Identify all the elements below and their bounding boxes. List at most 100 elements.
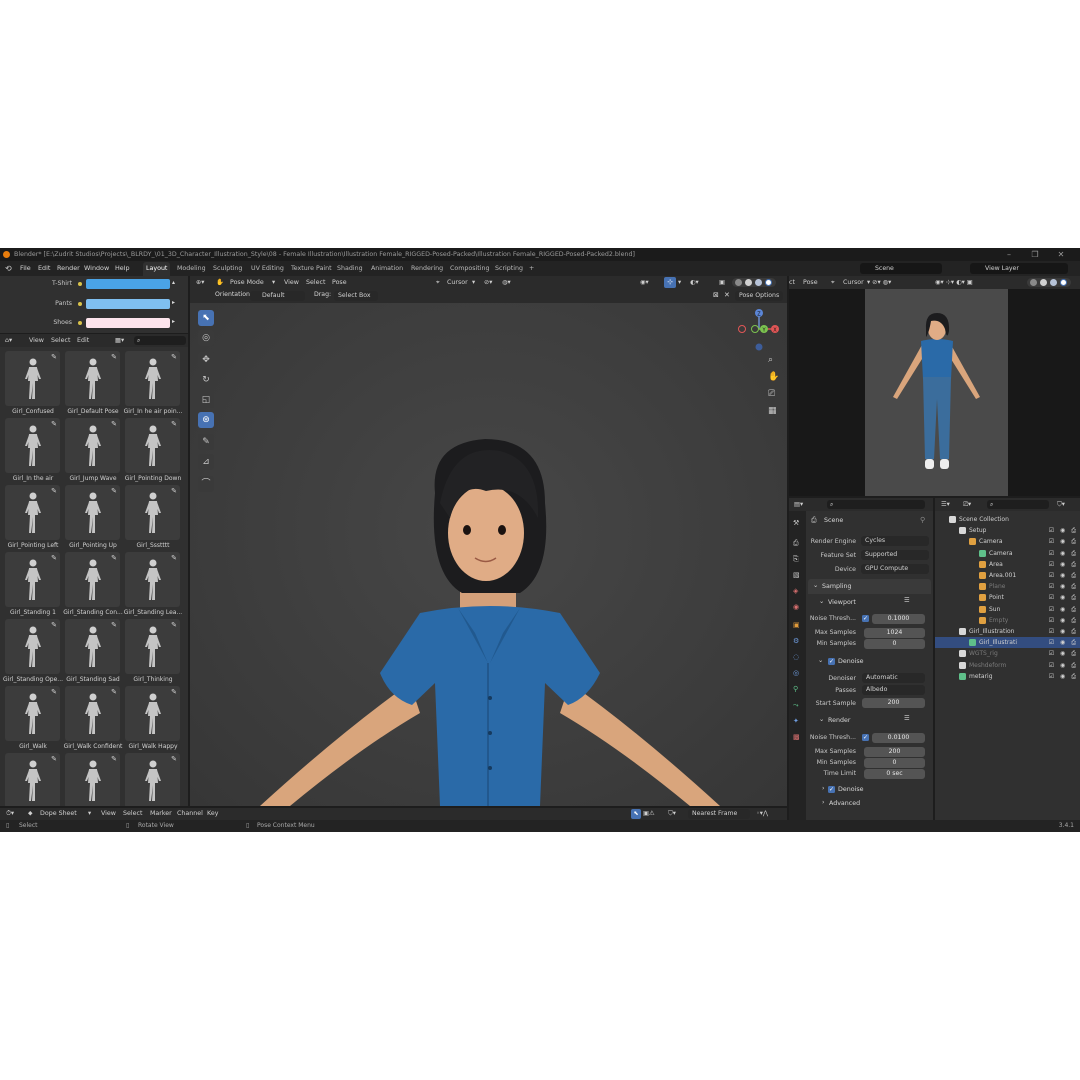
render-denoise-checkbox[interactable]: ✓: [828, 786, 835, 793]
display-mode-icon[interactable]: ▦▾: [115, 334, 124, 347]
menu-edit[interactable]: Edit: [38, 261, 50, 276]
overlay-chevron-icon[interactable]: ▾: [678, 276, 681, 289]
viewport-editor-type-icon[interactable]: ⊕▾: [196, 276, 204, 289]
camera-preview-viewport[interactable]: [789, 289, 1080, 496]
orientation-selector[interactable]: Default: [250, 291, 305, 301]
overlays-icon[interactable]: ◐▾: [690, 276, 699, 289]
viewport-presets-icon[interactable]: ☰: [904, 597, 910, 604]
asset-edit-icon[interactable]: ✎: [111, 755, 117, 763]
dope-menu-key[interactable]: Key: [207, 808, 218, 820]
visibility-toggle-icons[interactable]: ☑ ◉ ⎙: [1049, 548, 1078, 559]
rotate-tool-icon[interactable]: ↻: [198, 372, 214, 388]
dope-editor-type-icon[interactable]: ⏱▾: [6, 808, 14, 820]
start-sample-field[interactable]: 200: [862, 698, 925, 708]
tab-layout[interactable]: Layout: [143, 262, 171, 276]
device-selector[interactable]: GPU Compute: [861, 564, 929, 574]
scene-selector[interactable]: Scene: [860, 263, 942, 274]
preview-visibility-icon[interactable]: ◉▾ ⊹▾ ◐▾ ▣: [935, 276, 973, 289]
menu-help[interactable]: Help: [115, 261, 130, 276]
pin-icon[interactable]: ⚲: [920, 516, 925, 524]
time-limit-field[interactable]: 0 sec: [864, 769, 925, 779]
mirror-icon[interactable]: ⊠: [713, 291, 719, 299]
pose-options-button[interactable]: Pose Options: [735, 291, 783, 301]
viewport-menu-view[interactable]: View: [284, 276, 299, 289]
outliner-row[interactable]: WGTS_rig ☑ ◉ ⎙: [935, 648, 1080, 659]
scene-tab-icon[interactable]: ◈: [793, 587, 798, 595]
drag-selector[interactable]: Select Box: [334, 291, 378, 301]
asset-thumbnail[interactable]: ✎: [125, 418, 180, 473]
asset-thumbnail[interactable]: ✎: [125, 753, 180, 806]
keyframe-dot-icon[interactable]: [78, 321, 82, 325]
asset-menu-select[interactable]: Select: [51, 334, 70, 347]
texture-tab-icon[interactable]: ▩: [793, 733, 800, 741]
scale-tool-icon[interactable]: ◱: [198, 392, 214, 408]
dope-mode-chevron-icon[interactable]: ▾: [88, 808, 91, 820]
tab-animation[interactable]: Animation: [368, 262, 406, 276]
dope-menu-select[interactable]: Select: [123, 808, 142, 820]
viewport-menu-pose[interactable]: Pose: [332, 276, 347, 289]
feature-set-selector[interactable]: Supported: [861, 550, 929, 560]
passes-selector[interactable]: Albedo: [862, 685, 925, 695]
preview-material-icon[interactable]: [1050, 279, 1057, 286]
select-box-tool-icon[interactable]: ⬉: [198, 310, 214, 326]
pants-decorator-icon[interactable]: ▸: [172, 299, 175, 306]
visibility-toggle-icons[interactable]: ☑ ◉ ⎙: [1049, 570, 1078, 581]
blender-menu-icon[interactable]: ⟲: [5, 261, 12, 276]
menu-window[interactable]: Window: [84, 261, 109, 276]
output-tab-icon[interactable]: ⎘: [793, 555, 799, 564]
object-tab-icon[interactable]: ▣: [793, 621, 800, 629]
asset-edit-icon[interactable]: ✎: [171, 420, 177, 428]
asset-search-input[interactable]: ⌕: [134, 336, 186, 345]
close-button[interactable]: ✕: [1048, 248, 1074, 261]
visibility-toggle-icons[interactable]: ☑ ◉ ⎙: [1049, 626, 1078, 637]
visibility-toggle-icons[interactable]: ☑ ◉ ⎙: [1049, 559, 1078, 570]
dope-menu-view[interactable]: View: [101, 808, 116, 820]
visibility-toggle-icons[interactable]: ☑ ◉ ⎙: [1049, 637, 1078, 648]
preview-solid-icon[interactable]: [1040, 279, 1047, 286]
preview-pivot-selector[interactable]: Cursor: [843, 276, 864, 289]
asset-thumbnail[interactable]: ✎: [65, 619, 120, 674]
outliner-row[interactable]: Camera ☑ ◉ ⎙: [935, 548, 1080, 559]
render-noise-field[interactable]: 0.0100: [872, 733, 925, 743]
visibility-toggle-icons[interactable]: ☑ ◉ ⎙: [1049, 581, 1078, 592]
maximize-button[interactable]: ❐: [1022, 248, 1048, 261]
viewport-denoise-chevron-icon[interactable]: ⌄: [818, 657, 823, 664]
sampling-section-header[interactable]: ⌄ Sampling: [808, 579, 931, 594]
tab-compositing[interactable]: Compositing: [447, 262, 492, 276]
pivot-selector[interactable]: Cursor: [447, 276, 468, 289]
advanced-section-label[interactable]: Advanced: [829, 800, 860, 807]
render-tab-icon[interactable]: ⎙: [793, 539, 799, 548]
asset-thumbnail[interactable]: ✎: [65, 686, 120, 741]
measure-tool-icon[interactable]: ⊿: [198, 454, 214, 470]
outliner-row[interactable]: Girl_Illustrati ☑ ◉ ⎙: [935, 637, 1080, 649]
tab-scripting[interactable]: Scripting: [492, 262, 526, 276]
filter-funnel-icon[interactable]: ⛉▾: [668, 808, 676, 820]
asset-edit-icon[interactable]: ✎: [51, 688, 57, 696]
asset-thumbnail[interactable]: ✎: [125, 619, 180, 674]
outliner-row[interactable]: Camera ☑ ◉ ⎙: [935, 536, 1080, 547]
asset-thumbnail[interactable]: ✎: [125, 686, 180, 741]
outliner-row[interactable]: Scene Collection: [935, 514, 1080, 525]
asset-edit-icon[interactable]: ✎: [111, 420, 117, 428]
editor-type-icon[interactable]: ⌂▾: [5, 334, 12, 347]
x-mirror-icon[interactable]: ✕: [724, 291, 730, 299]
dope-menu-channel[interactable]: Channel: [177, 808, 203, 820]
rendered-shading-icon[interactable]: [765, 279, 772, 286]
render-engine-selector[interactable]: Cycles: [861, 536, 929, 546]
viewport-subsection-label[interactable]: Viewport: [828, 599, 856, 606]
render-denoise-chevron-icon[interactable]: ›: [822, 785, 825, 792]
visibility-toggle-icons[interactable]: ☑ ◉ ⎙: [1049, 592, 1078, 603]
asset-edit-icon[interactable]: ✎: [51, 487, 57, 495]
asset-thumbnail[interactable]: ✎: [125, 485, 180, 540]
viewport-chevron-icon[interactable]: ⌄: [819, 598, 824, 605]
asset-thumbnail[interactable]: ✎: [5, 485, 60, 540]
pan-hand-icon[interactable]: ✋: [768, 372, 779, 382]
asset-thumbnail[interactable]: ✎: [5, 351, 60, 406]
constraints-tab-icon[interactable]: ⚲: [793, 685, 798, 693]
asset-thumbnail[interactable]: ✎: [5, 418, 60, 473]
asset-edit-icon[interactable]: ✎: [51, 755, 57, 763]
view-layer-tab-icon[interactable]: ▧: [793, 571, 800, 579]
asset-thumbnail[interactable]: ✎: [125, 351, 180, 406]
tshirt-color-swatch[interactable]: [86, 279, 170, 289]
tab-texture-paint[interactable]: Texture Paint: [288, 262, 335, 276]
